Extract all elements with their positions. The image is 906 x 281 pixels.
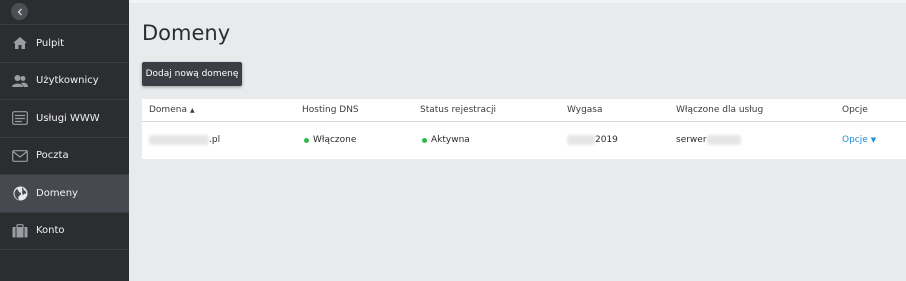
- sidebar-item-label: Poczta: [36, 150, 69, 162]
- sidebar-item-domeny[interactable]: Domeny: [0, 175, 129, 213]
- enabled-for-cell: serwer: [676, 135, 741, 145]
- sidebar-item-label: Usługi WWW: [36, 112, 100, 124]
- table-row: .pl Włączone Aktywna 2019 serwer Opcje ▼: [142, 123, 906, 159]
- options-label: Opcje: [842, 135, 868, 145]
- users-icon: [11, 72, 29, 90]
- registration-status: Aktywna: [431, 135, 470, 145]
- sidebar-item-pulpit[interactable]: Pulpit: [0, 25, 129, 63]
- sidebar-item-label: Domeny: [36, 187, 78, 199]
- options-dropdown[interactable]: Opcje ▼: [842, 135, 876, 145]
- expires-cell: 2019: [567, 135, 618, 145]
- briefcase-icon: [11, 222, 29, 240]
- expires-year: 2019: [595, 135, 618, 145]
- sort-ascending-icon: ▲: [189, 107, 195, 114]
- domains-table: Domena ▲ Hosting DNS Status rejestracji W…: [142, 99, 906, 159]
- table-header: Domena ▲ Hosting DNS Status rejestracji W…: [142, 99, 906, 122]
- column-header-enabled-for: Włączone dla usług: [676, 105, 764, 115]
- redacted-text: [706, 135, 741, 145]
- main-content: Domeny Dodaj nową domenę Domena ▲ Hosting…: [129, 0, 906, 281]
- registration-status-cell: Aktywna: [422, 135, 470, 145]
- mail-icon: [11, 147, 29, 165]
- redacted-text: [567, 135, 595, 145]
- hosting-dns-cell: Włączone: [304, 135, 356, 145]
- home-icon: [11, 34, 29, 52]
- column-header-status: Status rejestracji: [420, 105, 496, 115]
- sidebar-item-poczta[interactable]: Poczta: [0, 138, 129, 175]
- status-dot-icon: [304, 137, 309, 143]
- domain-name-cell[interactable]: .pl: [149, 135, 220, 145]
- top-bar: [129, 0, 906, 3]
- collapse-sidebar-button[interactable]: [11, 3, 28, 20]
- sidebar-item-label: Konto: [36, 225, 65, 237]
- sidebar-collapse-row: [0, 0, 129, 25]
- column-header-label: Domena: [149, 105, 187, 115]
- redacted-text: [149, 135, 209, 145]
- column-header-domain[interactable]: Domena ▲: [149, 105, 195, 115]
- column-header-expires: Wygasa: [567, 105, 603, 115]
- hosting-dns-status: Włączone: [313, 135, 357, 145]
- www-services-icon: [11, 109, 29, 127]
- domain-suffix: .pl: [209, 135, 221, 145]
- sidebar-item-uslugi-www[interactable]: Usługi WWW: [0, 100, 129, 138]
- page-title: Domeny: [142, 21, 231, 45]
- caret-down-icon: ▼: [870, 136, 877, 144]
- column-header-options: Opcje: [842, 105, 868, 115]
- sidebar-item-label: Pulpit: [36, 37, 65, 49]
- add-domain-button[interactable]: Dodaj nową domenę: [142, 62, 242, 86]
- sidebar-item-uzytkownicy[interactable]: Użytkownicy: [0, 63, 129, 100]
- status-dot-icon: [422, 137, 427, 143]
- column-header-hosting-dns: Hosting DNS: [302, 105, 359, 115]
- sidebar-item-konto[interactable]: Konto: [0, 213, 129, 250]
- sidebar-item-label: Użytkownicy: [36, 75, 99, 87]
- server-prefix: serwer: [676, 135, 707, 145]
- globe-icon: [11, 184, 29, 202]
- sidebar: Pulpit Użytkownicy Usługi WWW Poczta Dom…: [0, 0, 129, 281]
- chevron-left-icon: [17, 8, 22, 15]
